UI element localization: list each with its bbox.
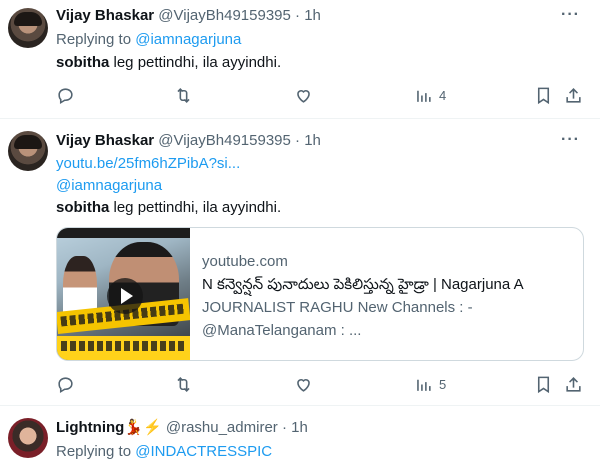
tweet-2[interactable]: Vijay Bhaskar @VijayBh49159395 · 1h ··· … bbox=[0, 118, 600, 406]
reply-button[interactable] bbox=[56, 373, 75, 395]
separator: · bbox=[295, 7, 301, 24]
bookmark-button[interactable] bbox=[534, 373, 553, 395]
timestamp[interactable]: 1h bbox=[304, 132, 321, 149]
retweet-button[interactable] bbox=[174, 373, 193, 395]
name-emoji: 💃⚡ bbox=[124, 419, 162, 436]
text-bold: sobitha bbox=[56, 199, 110, 216]
like-button[interactable] bbox=[294, 84, 313, 106]
thumbnail-caption-band bbox=[57, 336, 190, 360]
card-description-line2: @ManaTelanganam : ... bbox=[202, 322, 362, 339]
timestamp[interactable]: 1h bbox=[291, 419, 308, 436]
replying-prefix: Replying to bbox=[56, 31, 136, 48]
timestamp[interactable]: 1h bbox=[304, 7, 321, 24]
views-button[interactable]: 4 bbox=[414, 84, 446, 106]
tweet-3[interactable]: Lightning💃⚡ @rashu_admirer · 1h Replying… bbox=[0, 405, 600, 468]
avatar[interactable] bbox=[8, 418, 48, 458]
like-icon bbox=[297, 378, 310, 392]
text-bold: sobitha bbox=[56, 54, 110, 71]
card-text: youtube.com N కన్వెన్షన్ పునాదులు పెకిలి… bbox=[202, 250, 574, 342]
replying-to: Replying to @iamnagarjuna bbox=[56, 30, 241, 50]
reply-icon bbox=[58, 376, 73, 393]
like-icon bbox=[297, 89, 310, 103]
thumbnail-topbar bbox=[57, 228, 190, 238]
link-preview-card[interactable]: youtube.com N కన్వెన్షన్ పునాదులు పెకిలి… bbox=[56, 227, 584, 361]
retweet-button[interactable] bbox=[174, 84, 193, 106]
tweet-url-link[interactable]: youtu.be/25fm6hZPibA?si... bbox=[56, 154, 240, 174]
reply-button[interactable] bbox=[56, 84, 75, 106]
reply-mention-link[interactable]: @iamnagarjuna bbox=[135, 31, 241, 48]
tweet-header: Vijay Bhaskar @VijayBh49159395 · 1h bbox=[56, 6, 321, 26]
avatar[interactable] bbox=[8, 8, 48, 48]
action-bar: 5 bbox=[56, 373, 584, 395]
text-rest: leg pettindhi, ila ayyindhi. bbox=[109, 54, 282, 71]
views-icon bbox=[417, 90, 431, 102]
more-icon[interactable]: ··· bbox=[561, 131, 580, 149]
tweet-1[interactable]: Vijay Bhaskar @VijayBh49159395 · 1h ··· … bbox=[0, 0, 600, 118]
author-handle[interactable]: @VijayBh49159395 bbox=[158, 7, 291, 24]
separator: · bbox=[295, 132, 301, 149]
retweet-icon bbox=[177, 376, 190, 392]
avatar[interactable] bbox=[8, 131, 48, 171]
share-icon bbox=[566, 87, 581, 103]
views-icon bbox=[417, 379, 431, 391]
more-icon[interactable]: ··· bbox=[561, 6, 580, 24]
action-bar: 4 bbox=[56, 84, 584, 106]
bookmark-icon bbox=[537, 87, 550, 104]
tweet-header: Vijay Bhaskar @VijayBh49159395 · 1h bbox=[56, 131, 321, 151]
views-count: 5 bbox=[439, 376, 447, 392]
play-icon[interactable] bbox=[107, 278, 143, 314]
card-description-line1: JOURNALIST RAGHU New Channels : - bbox=[202, 299, 473, 316]
tweet-text: sobitha leg pettindhi, ila ayyindhi. bbox=[56, 198, 281, 218]
author-name[interactable]: Vijay Bhaskar bbox=[56, 7, 154, 24]
views-count: 4 bbox=[439, 87, 447, 103]
author-name[interactable]: Vijay Bhaskar bbox=[56, 132, 154, 149]
tweet-text: sobitha leg pettindhi, ila ayyindhi. bbox=[56, 53, 281, 73]
like-button[interactable] bbox=[294, 373, 313, 395]
mention-link[interactable]: @iamnagarjuna bbox=[56, 176, 162, 196]
reply-mention-link[interactable]: @INDACTRESSPIC bbox=[135, 443, 272, 460]
tweet-header: Lightning💃⚡ @rashu_admirer · 1h bbox=[56, 418, 308, 438]
separator: · bbox=[281, 419, 287, 436]
share-icon bbox=[566, 376, 581, 392]
card-title: N కన్వెన్షన్ పునాదులు పెకిలిస్తున్న హైడ్… bbox=[202, 276, 524, 293]
views-button[interactable]: 5 bbox=[414, 373, 446, 395]
retweet-icon bbox=[177, 87, 190, 103]
bookmark-button[interactable] bbox=[534, 84, 553, 106]
author-handle[interactable]: @rashu_admirer bbox=[166, 419, 278, 436]
bookmark-icon bbox=[537, 376, 550, 393]
share-button[interactable] bbox=[564, 373, 583, 395]
reply-icon bbox=[58, 87, 73, 104]
replying-prefix: Replying to bbox=[56, 443, 136, 460]
author-name[interactable]: Lightning bbox=[56, 419, 124, 436]
card-domain: youtube.com bbox=[202, 253, 288, 270]
replying-to: Replying to @INDACTRESSPIC bbox=[56, 442, 272, 462]
video-thumbnail[interactable] bbox=[57, 228, 190, 360]
share-button[interactable] bbox=[564, 84, 583, 106]
text-rest: leg pettindhi, ila ayyindhi. bbox=[109, 199, 282, 216]
author-handle[interactable]: @VijayBh49159395 bbox=[158, 132, 291, 149]
